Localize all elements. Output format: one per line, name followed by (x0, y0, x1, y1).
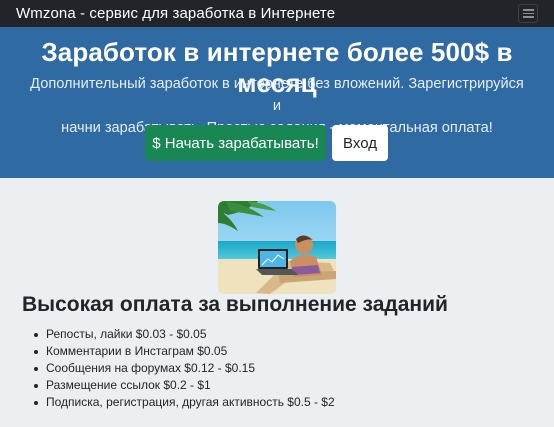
list-item: Комментарии в Инстаграм $0.05 (34, 343, 335, 360)
list-item: Сообщения на форумах $0.12 - $0.15 (34, 360, 335, 377)
features-list: Репосты, лайки $0.03 - $0.05 Комментарии… (34, 326, 335, 411)
hero-banner: Заработок в интернете более 500$ в месяц… (0, 27, 554, 178)
site-brand[interactable]: Wmzona - сервис для заработка в Интернет… (16, 5, 335, 22)
hamburger-menu-icon[interactable] (518, 4, 538, 23)
start-earning-button[interactable]: $ Начать зарабатывать! (145, 125, 326, 161)
hero-subtitle-line-1: Дополнительный заработок в интернете без… (30, 76, 524, 114)
top-navbar: Wmzona - сервис для заработка в Интернет… (0, 0, 554, 27)
section-title: Высокая оплата за выполнение заданий (22, 293, 448, 316)
hero-buttons: $ Начать зарабатывать! Вход (0, 125, 554, 161)
list-item: Репосты, лайки $0.03 - $0.05 (34, 326, 335, 343)
list-item: Подписка, регистрация, другая активность… (34, 395, 335, 409)
beach-laptop-image (218, 201, 336, 294)
list-item: Размещение ссылок $0.2 - $1 (34, 377, 335, 394)
login-button[interactable]: Вход (332, 125, 388, 161)
